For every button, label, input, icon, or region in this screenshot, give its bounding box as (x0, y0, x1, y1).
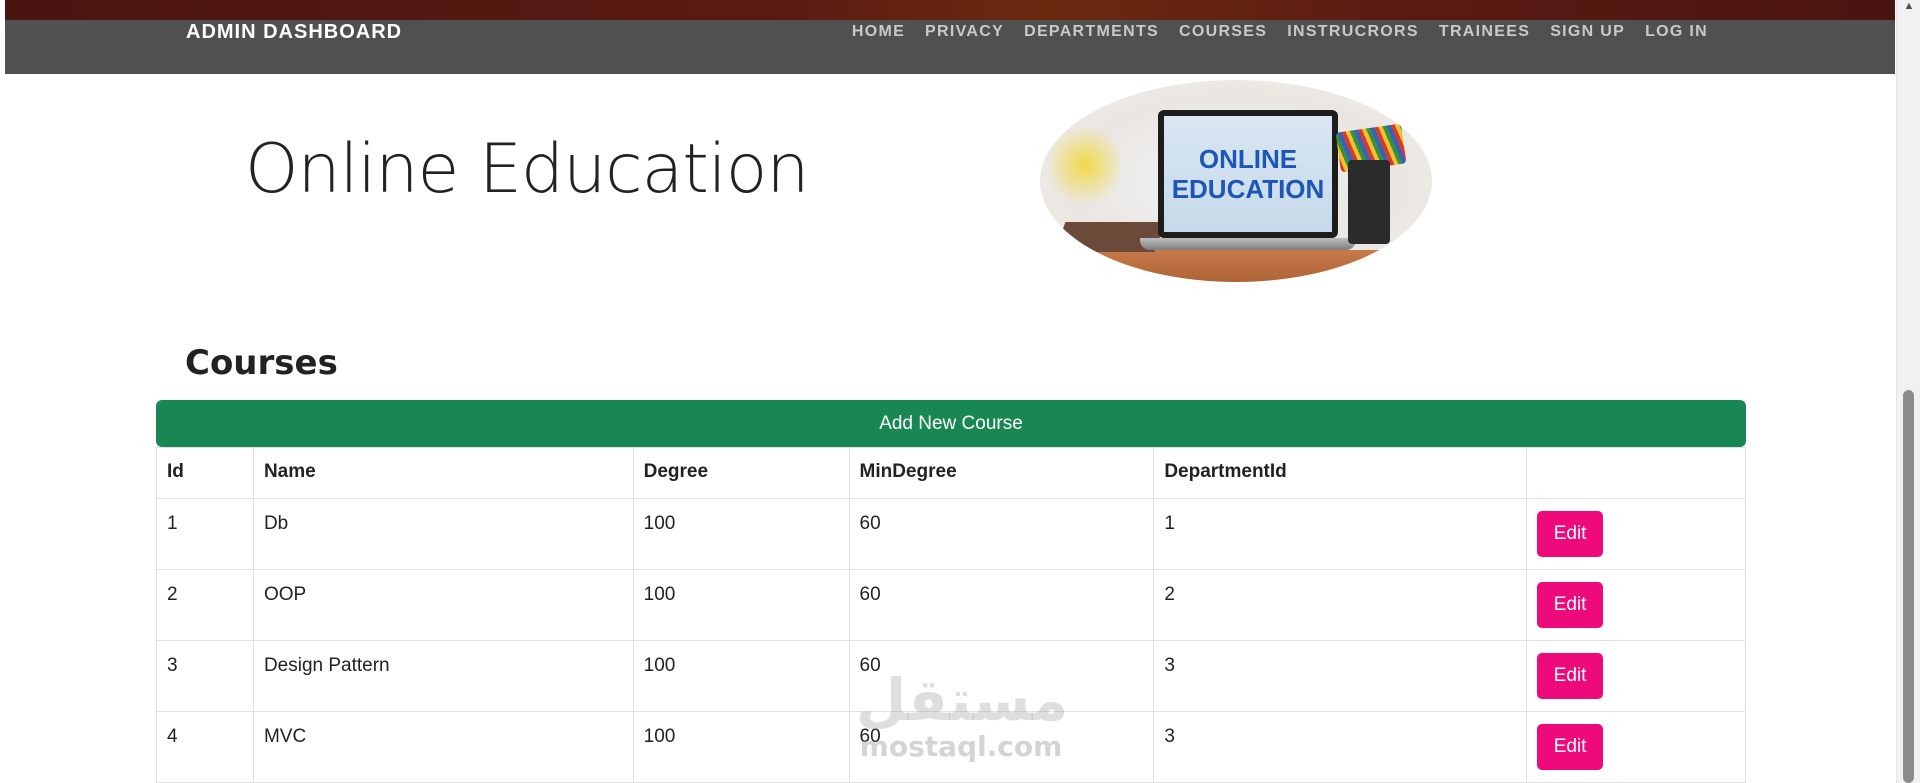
page: ADMIN DASHBOARD HOME PRIVACY DEPARTMENTS… (0, 0, 1920, 783)
column-header-min-degree: MinDegree (848, 447, 1155, 499)
courses-table: Id Name Degree MinDegree DepartmentId 1 … (156, 447, 1746, 783)
nav-privacy[interactable]: PRIVACY (925, 20, 1004, 44)
cell-name: MVC (252, 711, 634, 783)
laptop-icon: ONLINE EDUCATION (1158, 110, 1338, 238)
column-header-name: Name (252, 447, 634, 499)
scroll-up-arrow-icon[interactable]: ▲ (1902, 0, 1916, 14)
table-row: 4 MVC 100 60 3 Edit (156, 711, 1746, 783)
cell-name: Design Pattern (252, 640, 634, 712)
online-education-image: ONLINE EDUCATION (1040, 80, 1432, 282)
cell-degree: 100 (632, 711, 850, 783)
hero-title: Online Education (245, 130, 809, 209)
courses-heading: Courses (185, 343, 338, 383)
cell-id: 4 (156, 711, 254, 783)
cell-id: 3 (156, 640, 254, 712)
add-new-course-button[interactable]: Add New Course (156, 400, 1746, 447)
nav-home[interactable]: HOME (852, 20, 905, 44)
pencil-cup-icon (1348, 160, 1390, 244)
cell-name: OOP (252, 569, 634, 641)
cell-degree: 100 (632, 640, 850, 712)
desk (1040, 250, 1432, 282)
cell-min-degree: 60 (848, 498, 1155, 570)
nav-trainees[interactable]: TRAINEES (1439, 20, 1530, 44)
navbar: ADMIN DASHBOARD HOME PRIVACY DEPARTMENTS… (5, 20, 1895, 74)
cell-actions: Edit (1526, 711, 1746, 783)
column-header-department-id: DepartmentId (1153, 447, 1528, 499)
cell-department-id: 1 (1153, 498, 1528, 570)
table-row: 1 Db 100 60 1 Edit (156, 498, 1746, 570)
nav-instructors[interactable]: INSTRUCRORS (1287, 20, 1419, 44)
cell-department-id: 3 (1153, 640, 1528, 712)
nav-sign-up[interactable]: SIGN UP (1550, 20, 1625, 44)
nav-departments[interactable]: DEPARTMENTS (1024, 20, 1159, 44)
nav-courses[interactable]: COURSES (1179, 20, 1267, 44)
cell-degree: 100 (632, 569, 850, 641)
cell-actions: Edit (1526, 640, 1746, 712)
nav-links: HOME PRIVACY DEPARTMENTS COURSES INSTRUC… (852, 20, 1708, 44)
cell-min-degree: 60 (848, 711, 1155, 783)
column-header-actions (1526, 447, 1746, 499)
column-header-degree: Degree (632, 447, 850, 499)
cell-id: 2 (156, 569, 254, 641)
scrollbar-thumb[interactable] (1903, 390, 1914, 783)
cell-department-id: 3 (1153, 711, 1528, 783)
cell-min-degree: 60 (848, 640, 1155, 712)
cell-min-degree: 60 (848, 569, 1155, 641)
table-row: 3 Design Pattern 100 60 3 Edit (156, 640, 1746, 712)
edit-button[interactable]: Edit (1537, 653, 1604, 699)
image-text-line1: ONLINE (1198, 144, 1298, 174)
edit-button[interactable]: Edit (1537, 724, 1604, 770)
table-header-row: Id Name Degree MinDegree DepartmentId (156, 447, 1746, 499)
edit-button[interactable]: Edit (1537, 582, 1604, 628)
cell-department-id: 2 (1153, 569, 1528, 641)
vertical-scrollbar[interactable]: ▲ (1896, 0, 1920, 783)
background-blur (1050, 120, 1120, 210)
image-text-line2: EDUCATION (1171, 174, 1325, 204)
table-row: 2 OOP 100 60 2 Edit (156, 569, 1746, 641)
cell-actions: Edit (1526, 569, 1746, 641)
column-header-id: Id (156, 447, 254, 499)
hero-banner-strip (5, 0, 1895, 20)
cell-name: Db (252, 498, 634, 570)
laptop-base (1140, 238, 1356, 250)
cell-degree: 100 (632, 498, 850, 570)
cell-actions: Edit (1526, 498, 1746, 570)
cell-id: 1 (156, 498, 254, 570)
nav-log-in[interactable]: LOG IN (1645, 20, 1708, 44)
edit-button[interactable]: Edit (1537, 511, 1604, 557)
laptop-screen: ONLINE EDUCATION (1164, 116, 1332, 232)
brand-link[interactable]: ADMIN DASHBOARD (186, 20, 402, 44)
